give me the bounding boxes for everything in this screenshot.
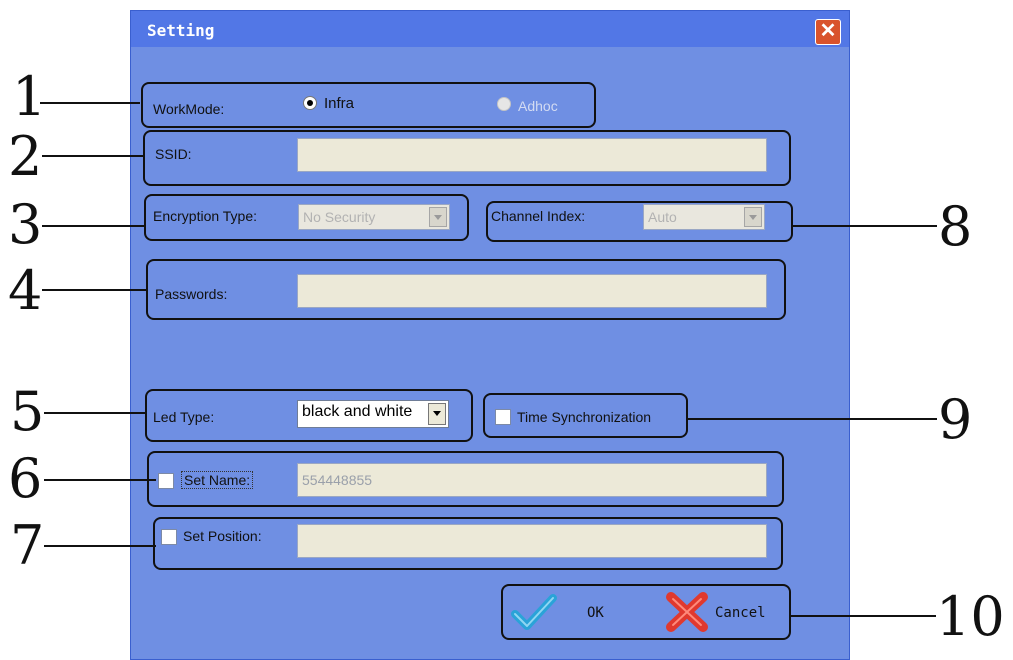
radio-infra-label: Infra	[324, 95, 355, 112]
callout-line-6	[44, 479, 156, 481]
set-position-input[interactable]	[297, 524, 767, 558]
workmode-label: WorkMode:	[153, 101, 225, 117]
callout-line-10	[790, 615, 936, 617]
channel-select[interactable]: Auto	[643, 204, 765, 230]
cancel-label: Cancel	[715, 605, 766, 621]
callout-line-5	[44, 412, 146, 414]
led-type-value: black and white	[302, 403, 413, 420]
set-position-checkbox[interactable]	[161, 529, 177, 545]
callout-line-4	[42, 289, 148, 291]
chevron-down-icon[interactable]	[428, 403, 446, 425]
title-bar: Setting ✕	[131, 11, 849, 47]
set-position-label: Set Position:	[183, 528, 262, 544]
channel-value: Auto	[648, 209, 677, 225]
radio-adhoc[interactable]	[497, 97, 511, 111]
callout-4: 4	[8, 259, 43, 322]
callout-line-8	[792, 225, 937, 227]
settings-dialog: Setting ✕ WorkMode: Infra Adhoc SSID: En…	[130, 10, 850, 660]
cancel-button[interactable]: Cancel	[661, 589, 786, 635]
callout-3: 3	[8, 193, 43, 256]
time-sync-label: Time Synchronization	[517, 409, 652, 425]
callout-8: 8	[938, 195, 973, 258]
chevron-down-icon[interactable]	[429, 207, 447, 227]
led-type-select[interactable]: black and white	[297, 400, 449, 428]
callout-7: 7	[10, 514, 45, 577]
passwords-input[interactable]	[297, 274, 767, 308]
callout-2: 2	[8, 125, 43, 188]
callout-5: 5	[10, 380, 45, 443]
callout-line-3	[42, 225, 146, 227]
ssid-label: SSID:	[155, 146, 192, 162]
callout-9: 9	[938, 388, 973, 451]
close-button[interactable]: ✕	[815, 19, 841, 45]
set-name-input[interactable]: 554448855	[297, 463, 767, 497]
passwords-label: Passwords:	[155, 286, 228, 302]
set-name-value: 554448855	[302, 472, 373, 488]
encryption-label: Encryption Type:	[153, 208, 258, 224]
callout-10: 10	[936, 585, 1005, 648]
ssid-input[interactable]	[297, 138, 767, 172]
radio-infra[interactable]	[303, 96, 317, 110]
check-icon	[511, 594, 557, 630]
callout-line-7	[44, 545, 156, 547]
radio-adhoc-label: Adhoc	[518, 98, 558, 114]
encryption-select[interactable]: No Security	[298, 204, 450, 230]
dialog-title: Setting	[147, 21, 215, 40]
channel-label: Channel Index:	[491, 208, 586, 224]
ok-label: OK	[587, 605, 604, 621]
chevron-down-icon[interactable]	[744, 207, 762, 227]
callout-1: 1	[12, 65, 47, 128]
callout-6: 6	[8, 447, 43, 510]
set-name-checkbox[interactable]	[158, 473, 174, 489]
callout-line-2	[42, 155, 144, 157]
encryption-value: No Security	[303, 209, 376, 225]
ok-button[interactable]: OK	[509, 589, 619, 635]
cancel-x-icon	[666, 592, 708, 632]
callout-line-9	[687, 418, 937, 420]
set-name-label: Set Name:	[181, 471, 254, 489]
time-sync-checkbox[interactable]	[495, 409, 511, 425]
callout-line-1	[40, 102, 140, 104]
led-type-label: Led Type:	[153, 409, 215, 425]
close-icon: ✕	[819, 20, 837, 42]
